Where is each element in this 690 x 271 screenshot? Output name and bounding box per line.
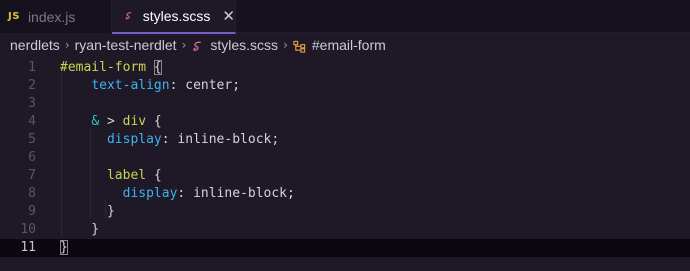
line-number: 5	[28, 132, 36, 147]
code-token: }	[60, 222, 100, 237]
line-number: 3	[28, 96, 36, 111]
code-line[interactable]: 11}	[0, 239, 690, 257]
code-token: label	[106, 168, 147, 183]
tab-label: index.js	[27, 8, 76, 25]
symbol-structure-icon	[293, 40, 306, 53]
javascript-file-icon: JS	[8, 11, 20, 22]
line-number: 2	[28, 78, 36, 93]
code-line[interactable]: 3	[0, 95, 690, 113]
code-token: {	[146, 114, 162, 129]
line-number: 9	[28, 204, 36, 219]
line-number: 10	[20, 222, 36, 237]
code-token: :	[177, 186, 194, 201]
code-token: :	[161, 132, 178, 147]
code-token: display	[106, 132, 162, 147]
code-token: &	[91, 114, 100, 129]
line-number: 11	[20, 240, 36, 255]
code-line[interactable]: 7 label {	[0, 167, 690, 185]
code-token: :	[169, 78, 186, 93]
breadcrumb-item-email-form[interactable]: #email-form	[293, 37, 386, 53]
code-editor[interactable]: 1 #email-form {2 text-align: center; 3 4 & …	[0, 56, 690, 271]
code-token: display	[122, 186, 178, 201]
breadcrumb-label: styles.scss	[210, 37, 279, 53]
line-number: 1	[28, 60, 36, 75]
chevron-right-icon: ›	[64, 38, 70, 52]
sass-file-icon	[193, 41, 202, 51]
code-line[interactable]: 10 }	[0, 221, 690, 239]
line-number: 4	[28, 114, 36, 129]
code-line[interactable]: 8 display: inline-block;	[0, 185, 690, 203]
code-token: >	[99, 114, 123, 129]
matched-bracket: {	[153, 60, 162, 75]
code-line[interactable]: 4 & > div {	[0, 113, 690, 131]
code-line[interactable]: 6	[0, 149, 690, 167]
code-line[interactable]: 9 }	[0, 203, 690, 221]
sass-file-icon	[125, 12, 132, 20]
code-text: & > div {	[60, 113, 162, 131]
breadcrumb-item-styles-scss[interactable]: styles.scss	[191, 37, 278, 53]
code-text: }	[60, 203, 115, 221]
chevron-right-icon: ›	[181, 38, 187, 52]
code-text: }	[60, 221, 99, 239]
breadcrumb-item-nerdlets[interactable]: nerdlets	[10, 37, 60, 53]
code-line[interactable]: 5 display: inline-block;	[0, 131, 690, 149]
code-token: div	[122, 114, 147, 129]
code-token: text-align	[91, 78, 170, 93]
tab-label: styles.scss	[142, 8, 211, 24]
tab-bar: JS index.js styles.scss ✕	[0, 0, 690, 34]
code-token: inline-block;	[177, 132, 280, 147]
chevron-right-icon: ›	[283, 38, 288, 52]
code-line[interactable]: 2 text-align: center;	[0, 77, 690, 95]
line-number: 7	[28, 168, 36, 183]
matched-bracket: }	[60, 240, 68, 255]
code-line[interactable]: 1 #email-form {	[0, 59, 690, 77]
code-text: display: inline-block;	[60, 131, 279, 149]
breadcrumb: nerdlets › ryan-test-nerdlet › styles.sc…	[10, 34, 386, 56]
breadcrumb-label: #email-form	[311, 37, 386, 53]
code-text: text-align: center;	[60, 77, 240, 95]
code-token: inline-block;	[193, 186, 295, 201]
code-token: }	[60, 204, 115, 219]
line-number: 6	[28, 150, 36, 165]
code-token: center;	[185, 78, 241, 93]
code-text: label {	[60, 167, 162, 185]
line-number: 8	[28, 186, 36, 201]
close-icon[interactable]: ✕	[222, 7, 235, 25]
breadcrumb-item-ryan-test-nerdlet[interactable]: ryan-test-nerdlet	[75, 37, 177, 53]
code-text: display: inline-block;	[60, 185, 295, 203]
tab-styles-scss[interactable]: styles.scss ✕	[112, 0, 236, 34]
code-text: }	[60, 239, 68, 257]
code-token: {	[146, 168, 162, 183]
tab-index-js[interactable]: JS index.js	[0, 0, 112, 33]
code-text: #email-form {	[60, 59, 162, 77]
code-token: #email-form	[60, 60, 147, 75]
